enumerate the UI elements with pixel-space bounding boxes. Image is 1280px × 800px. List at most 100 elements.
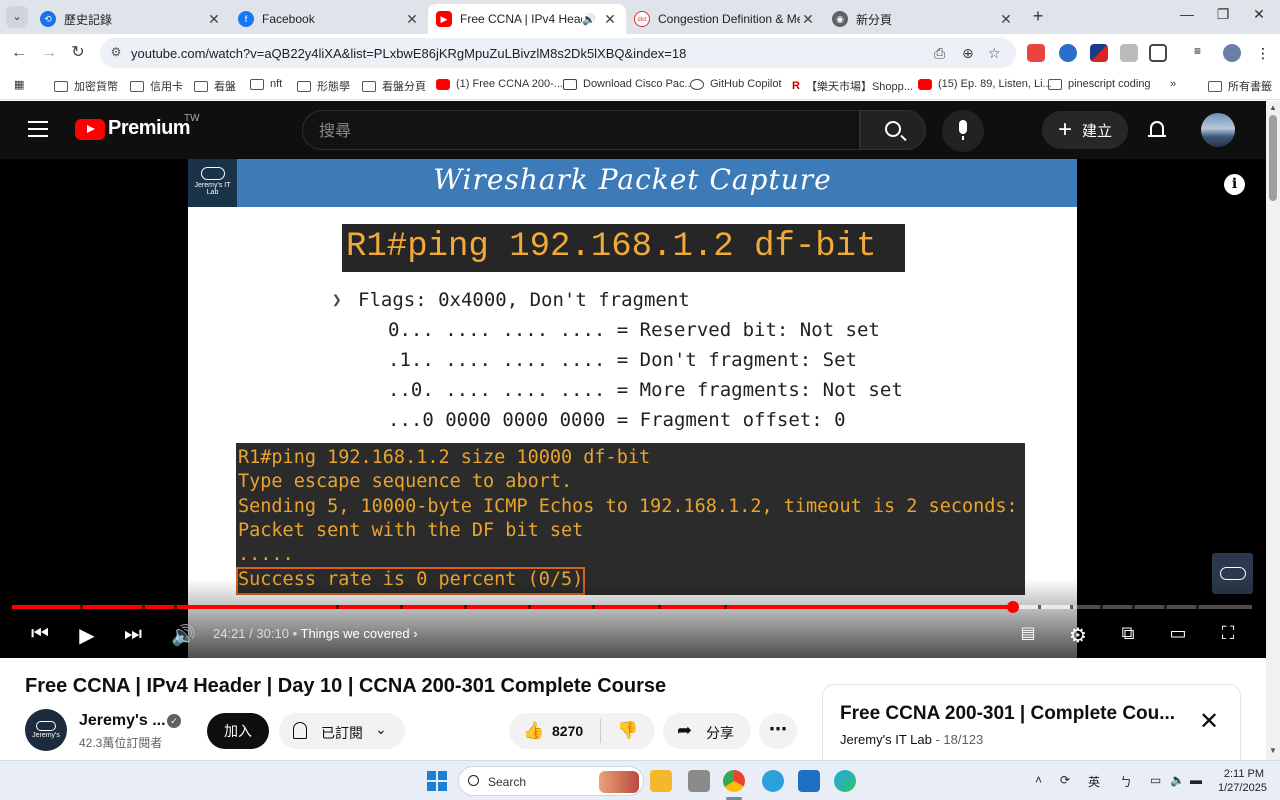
scrollbar-thumb[interactable]	[1269, 115, 1277, 201]
bookmark-folder[interactable]: 形態學	[297, 78, 350, 94]
bookmark-folder[interactable]: 加密貨幣	[54, 78, 118, 94]
sync-icon[interactable]: ⟳	[1060, 773, 1070, 787]
profile-avatar[interactable]	[1223, 44, 1241, 62]
close-tab-icon[interactable]: ✕	[998, 11, 1014, 28]
like-count[interactable]: 8270	[552, 723, 583, 739]
join-button[interactable]: 加入	[207, 713, 269, 749]
new-tab-button[interactable]: +	[1028, 6, 1048, 26]
close-icon[interactable]: ✕	[1199, 707, 1219, 736]
extension-new-icon[interactable]	[1027, 44, 1045, 62]
search-button[interactable]	[860, 110, 926, 150]
scroll-up-arrow-icon[interactable]: ▲	[1269, 103, 1277, 112]
settings-gear-icon[interactable]: ⚙	[1066, 623, 1090, 647]
media-controls-icon[interactable]: ≡	[1194, 44, 1212, 62]
bookmark-folder[interactable]: 看盤	[194, 78, 236, 94]
bookmark-link[interactable]: Download Cisco Pac...	[563, 78, 694, 90]
ime-mode-icon[interactable]: ㄅ	[1120, 773, 1132, 790]
taskbar-search[interactable]: Search	[458, 766, 644, 796]
share-button[interactable]: ➦ 分享	[663, 713, 751, 749]
speaker-icon[interactable]: 🔊	[582, 13, 596, 26]
windows-start-icon[interactable]	[427, 771, 447, 791]
apps-grid-icon[interactable]: ▦	[14, 78, 24, 91]
youtube-brand[interactable]: Premium	[108, 117, 191, 140]
reload-icon[interactable]: ↻	[67, 42, 89, 64]
battery-icon[interactable]: ▬	[1190, 773, 1202, 787]
progress-bar[interactable]	[12, 601, 1252, 613]
chevron-right-icon[interactable]: ›	[410, 626, 417, 641]
volume-icon[interactable]: 🔊	[171, 623, 196, 647]
create-button[interactable]: + 建立	[1042, 111, 1128, 149]
notifications-bell-icon[interactable]	[1148, 119, 1166, 139]
search-field[interactable]	[302, 110, 860, 150]
channel-avatar[interactable]: Jeremy's	[25, 709, 67, 751]
close-tab-icon[interactable]: ✕	[206, 11, 222, 28]
search-input[interactable]	[319, 121, 839, 140]
tab-congestion[interactable]: dict Congestion Definition & Meani ✕	[626, 4, 824, 34]
network-icon[interactable]: ▭	[1150, 773, 1161, 787]
edge-icon[interactable]	[834, 770, 856, 792]
like-thumb-icon[interactable]: 👍	[523, 721, 544, 741]
play-icon[interactable]: ▶	[77, 623, 97, 647]
more-actions-button[interactable]: ⋯	[759, 713, 797, 749]
bookmark-star-icon[interactable]: ☆	[988, 45, 1001, 62]
bookmark-link[interactable]: (15) Ep. 89, Listen, Li...	[918, 78, 1052, 90]
tab-history[interactable]: ⟲ 歷史記錄 ✕	[32, 4, 230, 34]
chevron-up-icon[interactable]: ˄	[1035, 773, 1042, 787]
bookmark-folder[interactable]: pinescript coding	[1048, 78, 1151, 90]
extension-gray-icon[interactable]	[1120, 44, 1138, 62]
forward-arrow-icon[interactable]: →	[38, 42, 60, 64]
close-window-icon[interactable]: ✕	[1244, 6, 1274, 23]
bookmark-folder[interactable]: 信用卡	[130, 78, 183, 94]
extension-icon[interactable]	[1059, 44, 1077, 62]
input-language[interactable]: 英	[1088, 773, 1100, 790]
bookmark-link[interactable]: (1) Free CCNA 200-...	[436, 78, 563, 90]
info-icon[interactable]: i	[1224, 174, 1245, 195]
bookmark-link[interactable]: GitHub Copilot	[690, 78, 782, 90]
page-scrollbar[interactable]: ▲ ▼	[1266, 101, 1280, 760]
dislike-thumb-icon[interactable]: 👎	[617, 721, 638, 741]
bookmark-folder[interactable]: nft	[250, 78, 282, 90]
playlist-owner[interactable]: Jeremy's IT Lab	[840, 732, 932, 747]
minimize-icon[interactable]: —	[1172, 6, 1202, 22]
all-bookmarks-folder[interactable]: 所有書籤	[1208, 78, 1272, 94]
voice-search-button[interactable]	[942, 110, 984, 152]
tab-new-tab[interactable]: ◉ 新分頁 ✕	[824, 4, 1022, 34]
video-player[interactable]: Jeremy's IT Lab Wireshark Packet Capture…	[0, 159, 1266, 658]
bookmark-link[interactable]: R 【樂天市場】Shopp...	[792, 78, 913, 94]
playlist-title[interactable]: Free CCNA 200-301 | Complete Cou...	[840, 703, 1175, 725]
account-avatar[interactable]	[1201, 113, 1235, 147]
theater-mode-icon[interactable]: ▭	[1166, 623, 1190, 645]
youtube-logo-icon[interactable]	[75, 119, 105, 140]
bookmark-folder[interactable]: 看盤分頁	[362, 78, 426, 94]
fullscreen-icon[interactable]: ⛶	[1216, 623, 1240, 645]
menu-icon[interactable]	[28, 121, 48, 142]
next-icon[interactable]: ⏭	[122, 623, 144, 645]
tab-search-button[interactable]: ⌄	[6, 6, 28, 28]
subtitles-icon[interactable]: ▤	[1016, 623, 1040, 645]
scroll-down-arrow-icon[interactable]: ▼	[1269, 746, 1277, 755]
chrome-icon[interactable]	[723, 770, 745, 792]
restore-icon[interactable]: ❐	[1208, 6, 1238, 23]
cast-icon[interactable]: ⎙	[934, 45, 945, 62]
scrubber-handle[interactable]	[1006, 601, 1019, 613]
site-info-icon[interactable]: ⚙	[108, 45, 124, 61]
file-explorer-icon[interactable]	[650, 770, 672, 792]
zoom-icon[interactable]: ⊕	[962, 45, 974, 62]
extensions-puzzle-icon[interactable]	[1149, 44, 1167, 62]
notepad-icon[interactable]	[798, 770, 820, 792]
channel-name[interactable]: Jeremy's ...	[79, 712, 166, 730]
previous-icon[interactable]: ⏮	[30, 623, 50, 645]
bookmarks-overflow-icon[interactable]: »	[1170, 78, 1176, 90]
browser-menu-icon[interactable]: ⋮	[1254, 44, 1272, 62]
tab-facebook[interactable]: f Facebook ✕	[230, 4, 428, 34]
address-bar[interactable]: ⚙ youtube.com/watch?v=aQB22y4liXA&list=P…	[100, 38, 1016, 68]
extension-flag-icon[interactable]	[1090, 44, 1108, 62]
close-tab-icon[interactable]: ✕	[602, 11, 618, 28]
tab-youtube-video[interactable]: ▶ Free CCNA | IPv4 Header | D 🔊 ✕	[428, 4, 626, 34]
subscribed-button[interactable]: 已訂閱 ⌄	[279, 713, 405, 749]
close-tab-icon[interactable]: ✕	[404, 11, 420, 28]
telegram-icon[interactable]	[762, 770, 784, 792]
clock[interactable]: 2:11 PM 1/27/2025	[1218, 767, 1267, 795]
miniplayer-icon[interactable]: ⧉	[1116, 623, 1140, 645]
chapter-title[interactable]: Things we covered	[301, 626, 410, 641]
